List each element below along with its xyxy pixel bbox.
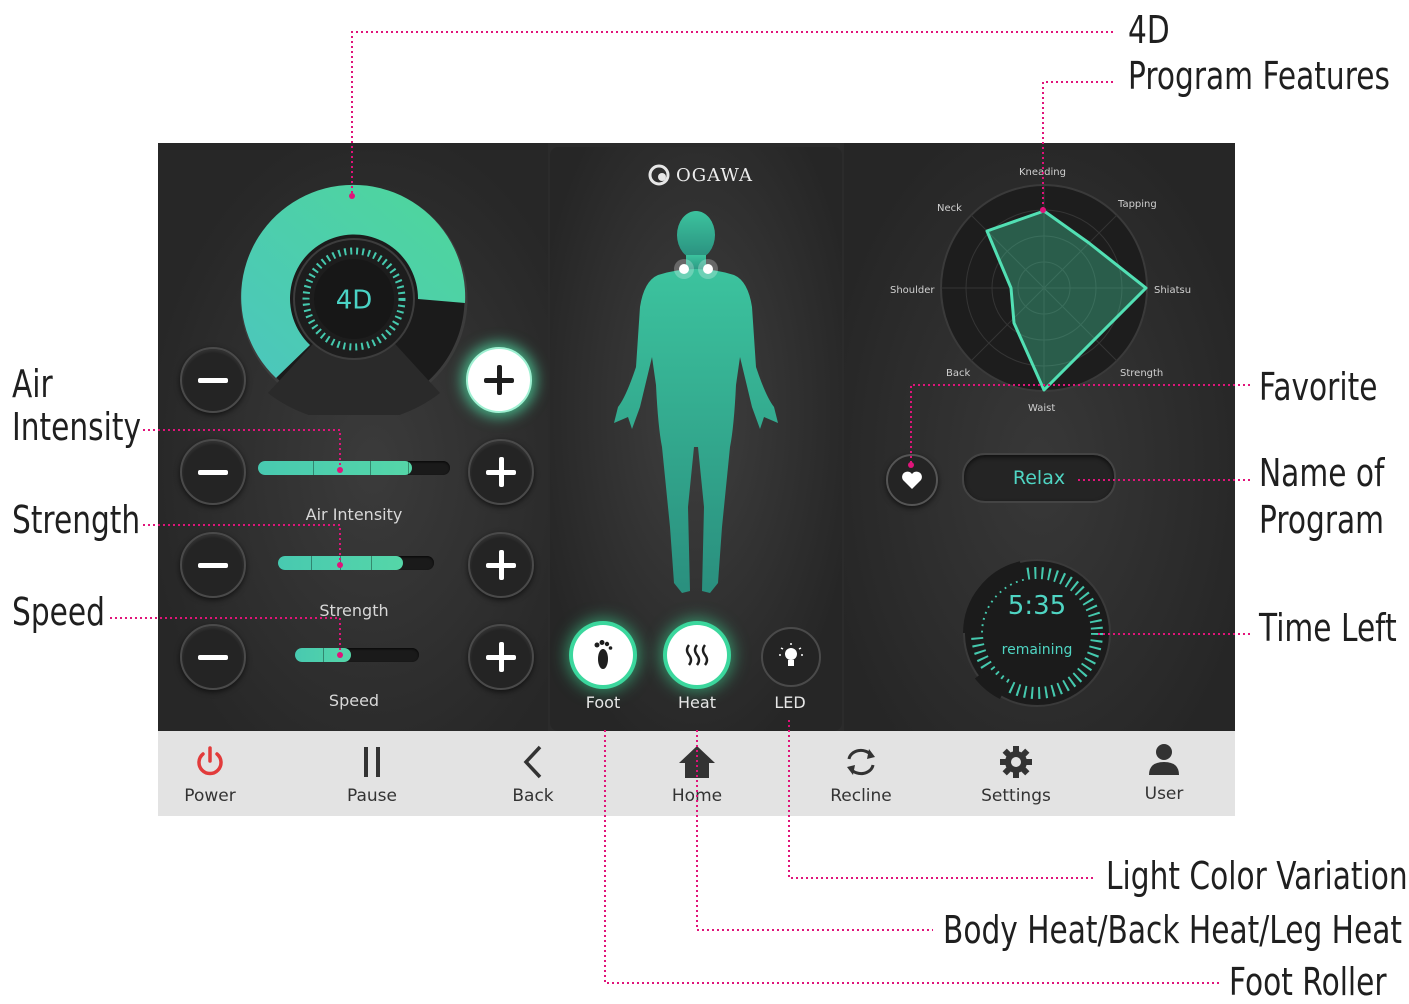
massage-chair-screen: 4D Air Intensity Strength Speed OGAWA Fo…	[158, 143, 1235, 816]
foot-roller-button[interactable]	[573, 625, 633, 685]
radar-label-shiatsu: Shiatsu	[1154, 285, 1192, 296]
power-button[interactable]: Power	[170, 731, 250, 816]
speed-label: Speed	[328, 691, 380, 710]
settings-label: Settings	[981, 786, 1051, 806]
dial-label: 4D	[336, 286, 373, 316]
recline-label: Recline	[830, 786, 892, 806]
program-name[interactable]: Relax	[962, 453, 1116, 503]
callout-air: Air	[12, 362, 53, 406]
led-label: LED	[774, 693, 806, 712]
pause-label: Pause	[347, 786, 397, 806]
recline-button[interactable]: Recline	[821, 731, 901, 816]
speed-slider[interactable]	[295, 648, 419, 662]
callout-light-color-variation: Light Color Variation	[1106, 854, 1408, 898]
dial-minus-button[interactable]	[180, 347, 246, 413]
heat-button[interactable]	[667, 625, 727, 685]
radar-label-neck: Neck	[937, 203, 962, 214]
callout-name-of: Name of	[1259, 451, 1385, 495]
ogawa-logo-icon	[648, 164, 670, 186]
4d-intensity-dial[interactable]: 4D	[238, 183, 470, 415]
time-remaining-value: 5:35	[1007, 591, 1067, 621]
led-button[interactable]	[761, 627, 821, 687]
pause-button[interactable]: Pause	[332, 731, 412, 816]
time-remaining-caption: remaining	[1001, 642, 1073, 658]
callout-favorite: Favorite	[1259, 365, 1378, 409]
bottom-nav-bar: Power Pause Back Home Recline Settings U…	[158, 731, 1235, 816]
back-label: Back	[512, 786, 554, 806]
left-control-panel: 4D Air Intensity Strength Speed	[158, 143, 548, 731]
radar-label-waist: Waist	[1028, 403, 1056, 414]
callout-intensity: Intensity	[12, 405, 142, 449]
callout-speed: Speed	[12, 590, 105, 634]
back-button[interactable]: Back	[493, 731, 573, 816]
user-button[interactable]: User	[1124, 731, 1204, 816]
user-icon	[1149, 744, 1179, 775]
strength-slider[interactable]	[278, 556, 434, 570]
air-intensity-plus-button[interactable]	[468, 439, 534, 505]
pause-icon	[364, 747, 380, 777]
home-icon	[679, 746, 715, 778]
center-body-panel: OGAWA Foot Heat LED	[550, 147, 842, 731]
gear-icon	[1000, 746, 1032, 778]
air-intensity-slider[interactable]	[258, 461, 450, 475]
recline-icon	[847, 748, 875, 776]
time-left-dial	[963, 559, 1111, 707]
callout-heat-types: Body Heat/Back Heat/Leg Heat	[943, 908, 1402, 952]
strength-label: Strength	[319, 601, 389, 620]
home-button[interactable]: Home	[657, 731, 737, 816]
foot-icon	[594, 640, 613, 669]
radar-label-strength: Strength	[1120, 368, 1164, 379]
heart-icon	[902, 471, 922, 489]
callout-program: Program	[1259, 498, 1385, 542]
speed-minus-button[interactable]	[180, 624, 246, 690]
user-label: User	[1144, 784, 1184, 804]
foot-label: Foot	[585, 693, 621, 712]
body-silhouette	[614, 211, 778, 593]
heat-icon	[685, 644, 709, 666]
favorite-button[interactable]	[886, 454, 938, 506]
dial-plus-button[interactable]	[466, 347, 532, 413]
air-intensity-minus-button[interactable]	[180, 439, 246, 505]
strength-plus-button[interactable]	[468, 532, 534, 598]
radar-label-tapping: Tapping	[1118, 199, 1157, 210]
settings-button[interactable]: Settings	[976, 731, 1056, 816]
callout-strength: Strength	[12, 498, 141, 542]
back-arrow-icon	[523, 745, 542, 779]
heat-label: Heat	[678, 693, 716, 712]
callout-time-left: Time Left	[1259, 606, 1397, 650]
callout-4d: 4D	[1128, 8, 1170, 52]
speed-plus-button[interactable]	[468, 624, 534, 690]
brand-logo: OGAWA	[648, 163, 753, 187]
strength-minus-button[interactable]	[180, 532, 246, 598]
callout-program-features: Program Features	[1128, 54, 1390, 98]
power-label: Power	[184, 786, 236, 806]
callout-foot-roller: Foot Roller	[1229, 960, 1387, 1004]
radar-label-kneading: Kneading	[1019, 167, 1066, 178]
power-icon	[197, 746, 223, 776]
air-intensity-label: Air Intensity	[305, 505, 403, 524]
lightbulb-icon	[779, 643, 803, 666]
radar-label-back: Back	[946, 368, 971, 379]
brand-name: OGAWA	[676, 164, 754, 186]
right-program-panel: Kneading Tapping Shiatsu Strength Waist …	[844, 143, 1235, 731]
radar-label-shoulder: Shoulder	[890, 285, 935, 296]
home-label: Home	[671, 786, 723, 806]
program-features-radar	[940, 184, 1148, 392]
air-intensity-fill	[258, 461, 412, 475]
